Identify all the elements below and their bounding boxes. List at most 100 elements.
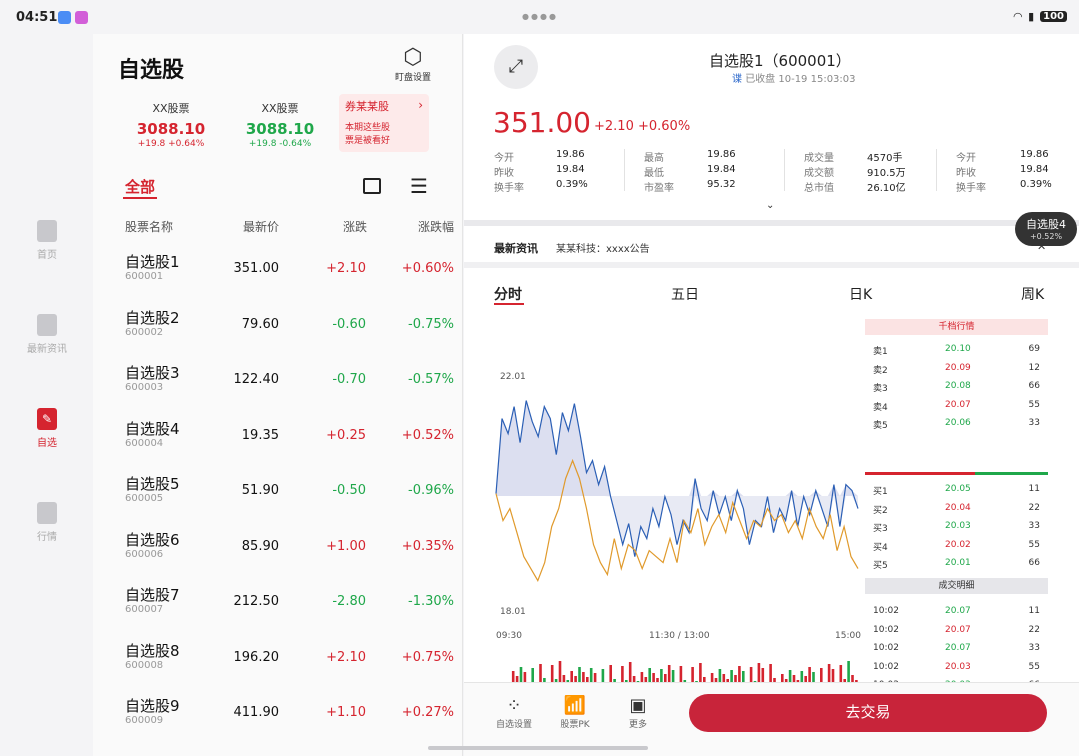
tab-intraday[interactable]: 分时 — [494, 284, 522, 304]
stock-code: 600003 — [125, 382, 164, 393]
stock-code: 600006 — [125, 548, 164, 560]
stock-change-pct: -0.75% — [408, 316, 454, 332]
watchlist-row[interactable]: 自选股6 600006 85.90 +1.00 +0.35% — [93, 519, 463, 575]
column-header-name[interactable]: 股票名称 — [125, 218, 173, 235]
stock-change-pct: -1.30% — [408, 594, 454, 609]
quote-value: 19.86 — [707, 149, 736, 160]
watchlist-row[interactable]: 自选股5 600005 51.90 -0.50 -0.96% — [93, 463, 463, 519]
menu-icon[interactable]: ☰ — [410, 176, 428, 196]
orderbook-row: 10:02 20.07 22 — [873, 624, 1040, 635]
column-header-change[interactable]: 涨跌 — [343, 218, 367, 235]
index-card[interactable]: XX股票 3088.10 +19.8 +0.64% — [121, 100, 221, 149]
more-button[interactable]: ▣ 更多 — [610, 695, 666, 730]
stock-code: 600009 — [125, 715, 164, 726]
quote-value: 4570手 — [867, 153, 903, 164]
news-label: 最新资讯 — [494, 242, 538, 255]
quote-value: 19.84 — [707, 164, 736, 175]
stock-change-pct: +0.52% — [401, 427, 454, 443]
nav-market[interactable]: 行情 — [18, 502, 76, 543]
stock-change: +1.00 — [326, 538, 366, 554]
quote-label: 换手率 — [494, 183, 524, 194]
stock-price: 351.00 — [233, 261, 280, 276]
orderbook-row: 买4 20.02 55 — [873, 539, 1040, 553]
trades-header[interactable]: 成交明细 — [865, 578, 1048, 594]
expand-icon[interactable]: ⤢ — [494, 45, 538, 89]
stock-name: 自选股4 — [125, 419, 180, 438]
dots-grid-icon: ⁘ — [506, 695, 522, 716]
watchlist-row[interactable]: 自选股8 600008 196.20 +2.10 +0.75% — [93, 630, 463, 686]
stock-change: +2.10 — [326, 649, 366, 665]
monitor-settings-button[interactable]: ⬡ 盯盘设置 — [390, 45, 436, 84]
watchlist-row[interactable]: 自选股4 600004 19.35 +0.25 +0.52% — [93, 408, 463, 464]
quote-label: 成交额 — [804, 168, 834, 179]
x-tick-label: 11:30 / 13:00 — [649, 631, 710, 641]
watchlist-row[interactable]: 自选股7 600007 212.50 -2.80 -1.30% — [93, 574, 463, 630]
wifi-icon: ◠ — [1013, 10, 1023, 23]
nav-watchlist[interactable]: ✎ 自选 — [18, 408, 76, 449]
stock-name: 自选股9 — [125, 697, 180, 715]
stock-price: 79.60 — [241, 316, 279, 332]
index-card[interactable]: XX股票 3088.10 +19.8 -0.64% — [230, 100, 330, 149]
orderbook-row: 10:02 20.03 55 — [873, 661, 1040, 672]
price-area — [496, 496, 858, 557]
quote-label: 成交量 — [804, 153, 834, 164]
order-book: 千档行情 卖1 20.10 69 卖2 20.09 12 卖3 20.08 66 卖4 20.07 55… — [865, 319, 1048, 709]
quote-label: 换手率 — [956, 183, 986, 194]
sim-icon: ▮ — [1028, 10, 1035, 23]
watchlist-row[interactable]: 自选股9 600009 411.90 +1.10 +0.27% — [93, 685, 463, 741]
column-header-price[interactable]: 最新价 — [243, 218, 279, 235]
orderbook-header[interactable]: 千档行情 — [865, 319, 1048, 335]
hexagon-gear-icon: ⬡ — [403, 45, 423, 70]
tab-daily-k[interactable]: 日K — [849, 284, 872, 304]
card-view-icon[interactable] — [363, 178, 381, 194]
quote-label: 今开 — [494, 153, 514, 164]
watchlist-row[interactable]: 自选股2 600002 79.60 -0.60 -0.75% — [93, 297, 463, 353]
stock-price: 122.40 — [233, 372, 280, 387]
nav-news[interactable]: 最新资讯 — [18, 314, 76, 355]
home-indicator[interactable] — [428, 746, 648, 750]
stock-name: 自选股5 — [125, 475, 180, 493]
stock-price: 196.20 — [233, 649, 280, 665]
tab-all[interactable]: 全部 — [125, 176, 155, 197]
stock-change: +2.10 — [326, 261, 366, 276]
page-title: 自选股 — [118, 58, 185, 83]
chevron-right-icon: › — [418, 98, 423, 112]
bid-ask-ratio-bar — [865, 472, 1048, 475]
nav-home[interactable]: 首页 — [18, 220, 76, 261]
stock-name: 自选股2 — [125, 308, 180, 327]
stock-price: 85.90 — [241, 538, 279, 554]
quote-label: 昨收 — [494, 168, 514, 179]
stock-change-pct: +0.75% — [401, 649, 454, 665]
column-header-pct[interactable]: 涨跌幅 — [418, 218, 454, 235]
divider — [784, 149, 785, 191]
tab-indicator — [123, 197, 157, 199]
stock-code: 600005 — [125, 493, 164, 504]
stock-price: 212.50 — [233, 594, 280, 609]
chevron-down-icon[interactable]: ⌄ — [766, 200, 774, 211]
tab-indicator — [494, 303, 524, 305]
stock-change-pct: -0.57% — [408, 372, 454, 387]
watchlist-settings-button[interactable]: ⁘ 自选设置 — [486, 695, 542, 730]
trade-button[interactable]: 去交易 — [689, 694, 1047, 732]
intraday-chart[interactable]: 22.0120.0118.0109:3011:30 / 13:0015:00 — [464, 319, 864, 709]
quote-value: 910.5万 — [867, 168, 906, 179]
stock-pk-button[interactable]: 📶 股票PK — [547, 695, 603, 730]
broker-recommend-card[interactable]: 券某某股 › 本期这些股 票是被看好 — [339, 94, 429, 152]
close-icon[interactable]: ✕ — [1037, 240, 1046, 253]
tab-five-day[interactable]: 五日 — [671, 284, 699, 304]
status-bar: 04:51 ●●●● ◠ ▮ 100 — [0, 0, 1079, 34]
quote-label: 最高 — [644, 153, 664, 164]
multitask-handle-icon[interactable]: ●●●● — [522, 12, 558, 21]
watchlist-row[interactable]: 自选股3 600003 122.40 -0.70 -0.57% — [93, 352, 463, 408]
stock-name: 自选股3 — [125, 364, 180, 382]
news-item[interactable]: 某某科技：xxxx公告 — [556, 240, 650, 255]
orderbook-row: 买3 20.03 33 — [873, 521, 1040, 534]
tab-weekly-k[interactable]: 周K — [1021, 284, 1044, 304]
orderbook-row: 卖3 20.08 66 — [873, 381, 1040, 394]
stock-change: -0.70 — [332, 372, 366, 387]
current-price: 351.00 — [493, 106, 591, 139]
orderbook-row: 卖5 20.06 33 — [873, 418, 1040, 431]
side-nav: 首页 最新资讯 ✎ 自选 行情 — [0, 34, 93, 756]
watchlist-row[interactable]: 自选股1 600001 351.00 +2.10 +0.60% — [93, 241, 463, 297]
divider — [464, 262, 1079, 268]
